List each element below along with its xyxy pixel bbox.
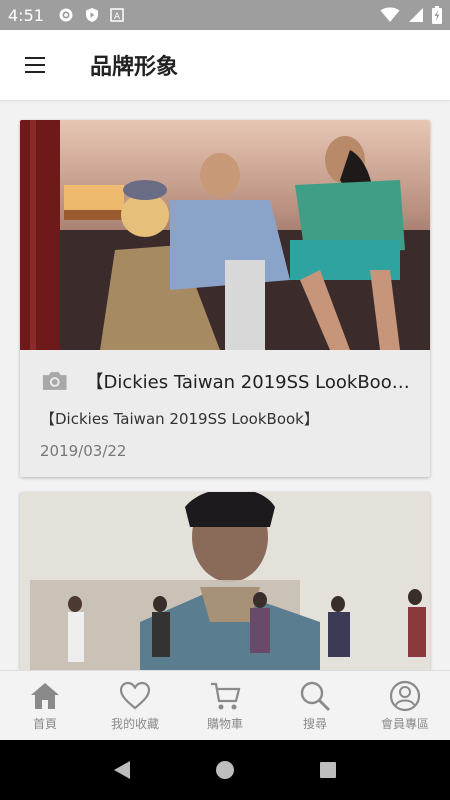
page-title: 品牌形象 — [90, 55, 179, 80]
shield-play-icon — [85, 8, 98, 22]
post-photo[interactable] — [20, 492, 430, 670]
gear-icon — [59, 8, 73, 22]
post-card[interactable]: 【Dickies Taiwan 2019SS LookBook】 【Dickie… — [20, 120, 430, 477]
nav-search-label: 搜尋 — [302, 717, 327, 731]
status-time: 4:51 — [8, 5, 44, 25]
nav-favorites[interactable]: 我的收藏 — [90, 671, 180, 740]
app-bar: 品牌形象 — [0, 30, 450, 100]
heart-icon — [119, 681, 151, 710]
home-icon — [31, 683, 59, 709]
a-box-icon: A — [110, 8, 124, 22]
hamburger-menu-icon — [25, 57, 45, 73]
post-title[interactable]: 【Dickies Taiwan 2019SS LookBook】 — [86, 368, 411, 394]
nav-home[interactable]: 首頁 — [0, 671, 90, 740]
cart-icon — [211, 682, 241, 710]
battery-charging-icon — [432, 6, 442, 24]
post-photo[interactable] — [20, 120, 430, 350]
recents-icon[interactable] — [317, 759, 339, 781]
status-bar: 4:51 A — [0, 0, 450, 30]
search-icon — [300, 681, 330, 711]
post-card[interactable] — [20, 492, 430, 670]
lookbook-photo-illustration — [20, 120, 430, 350]
account-icon — [389, 680, 421, 712]
system-nav-bar — [0, 740, 450, 800]
content-list[interactable]: 【Dickies Taiwan 2019SS LookBook】 【Dickie… — [0, 100, 450, 670]
bottom-nav: 首頁 我的收藏 購物車 搜尋 會員專區 — [0, 670, 450, 740]
nav-home-label: 首頁 — [32, 717, 57, 731]
cellular-icon — [409, 8, 423, 22]
lookbook-photo-illustration — [20, 492, 430, 670]
nav-member-label: 會員專區 — [380, 717, 429, 731]
nav-cart-label: 購物車 — [206, 717, 243, 731]
home-circle-icon[interactable] — [214, 759, 236, 781]
svg-text:A: A — [114, 12, 121, 22]
nav-favorites-label: 我的收藏 — [110, 717, 159, 731]
camera-icon — [42, 372, 67, 390]
post-date: 2019/03/22 — [40, 442, 127, 460]
nav-member[interactable]: 會員專區 — [360, 671, 450, 740]
post-subtitle: 【Dickies Taiwan 2019SS LookBook】 — [40, 410, 319, 428]
menu-button[interactable] — [0, 30, 70, 100]
nav-search[interactable]: 搜尋 — [270, 671, 360, 740]
nav-cart[interactable]: 購物車 — [180, 671, 270, 740]
wifi-icon — [380, 7, 400, 22]
back-icon[interactable] — [111, 759, 133, 781]
